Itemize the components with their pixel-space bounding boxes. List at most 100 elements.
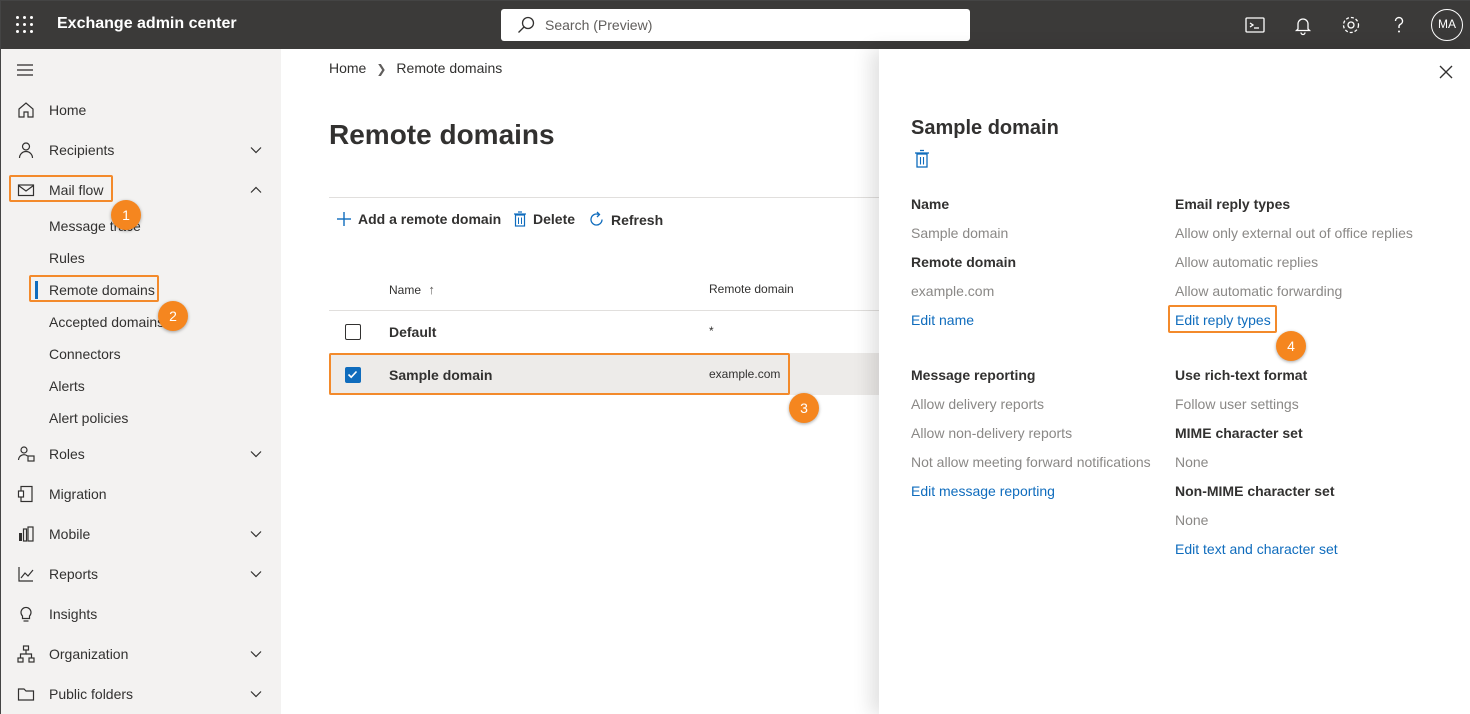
reply-value: Allow automatic forwarding xyxy=(1175,283,1343,299)
sidebar-subitem-message-trace[interactable]: Message trace xyxy=(1,210,281,242)
edit-message-reporting-link[interactable]: Edit message reporting xyxy=(911,483,1055,499)
sidebar-item-label: Connectors xyxy=(49,346,121,362)
trash-icon[interactable] xyxy=(913,149,931,169)
step-badge-2: 2 xyxy=(158,301,188,331)
sidebar-item-label: Home xyxy=(49,102,87,118)
chevron-down-icon[interactable] xyxy=(249,647,263,661)
cloud-shell-icon[interactable] xyxy=(1243,13,1267,37)
bell-icon[interactable] xyxy=(1291,13,1315,37)
waffle-icon[interactable] xyxy=(15,15,35,35)
reporting-value: Not allow meeting forward notifications xyxy=(911,454,1151,470)
search-box[interactable]: Search (Preview) xyxy=(501,9,970,41)
hamburger-icon[interactable] xyxy=(15,63,35,77)
rich-text-label: Use rich-text format xyxy=(1175,367,1308,383)
rich-text-value: Follow user settings xyxy=(1175,396,1299,412)
avatar[interactable]: MA xyxy=(1431,9,1463,41)
person-icon xyxy=(18,142,34,159)
breadcrumb-home[interactable]: Home xyxy=(329,60,366,76)
reply-value: Allow only external out of office replie… xyxy=(1175,225,1413,241)
message-reporting-label: Message reporting xyxy=(911,367,1036,383)
divider xyxy=(329,310,929,311)
add-remote-domain-label: Add a remote domain xyxy=(358,211,502,227)
plus-icon xyxy=(337,212,351,226)
reporting-value: Allow delivery reports xyxy=(911,396,1045,412)
page-title: Remote domains xyxy=(329,119,555,150)
remote-domain-label: Remote domain xyxy=(911,254,1017,270)
refresh-label: Refresh xyxy=(611,212,664,228)
edit-text-charset-link[interactable]: Edit text and character set xyxy=(1175,541,1338,557)
sidebar-item-recipients[interactable]: Recipients xyxy=(1,130,281,170)
reporting-value: Allow non-delivery reports xyxy=(911,425,1073,441)
search-icon xyxy=(518,16,535,33)
sidebar-item-label: Organization xyxy=(49,646,129,662)
sidebar-item-mobile[interactable]: Mobile xyxy=(1,514,281,554)
search-input[interactable]: Search (Preview) xyxy=(545,17,652,33)
sidebar-subitem-alert-policies[interactable]: Alert policies xyxy=(1,402,281,434)
column-header-label: Name xyxy=(389,283,422,297)
table-cell-domain: * xyxy=(709,324,714,338)
name-value: Sample domain xyxy=(911,225,1009,241)
column-header-name[interactable]: Name ↑ xyxy=(389,282,435,297)
help-icon[interactable] xyxy=(1387,13,1411,37)
roles-icon xyxy=(17,446,35,462)
lightbulb-icon xyxy=(20,606,32,622)
app-title[interactable]: Exchange admin center xyxy=(57,15,237,33)
add-remote-domain-button[interactable]: Add a remote domain xyxy=(336,211,501,227)
non-mime-label: Non-MIME character set xyxy=(1175,483,1335,499)
close-icon[interactable] xyxy=(1439,65,1453,79)
chevron-right-icon: ❯ xyxy=(376,62,387,76)
sidebar-subitem-alerts[interactable]: Alerts xyxy=(1,370,281,402)
chevron-down-icon[interactable] xyxy=(249,687,263,701)
chevron-down-icon[interactable] xyxy=(249,143,263,157)
chevron-down-icon[interactable] xyxy=(249,567,263,581)
sidebar-subitem-connectors[interactable]: Connectors xyxy=(1,338,281,370)
delete-label: Delete xyxy=(533,211,576,227)
organization-icon xyxy=(17,645,35,663)
highlight-remote-domains xyxy=(29,275,159,302)
refresh-button[interactable]: Refresh xyxy=(588,211,663,228)
column-header-remote-domain[interactable]: Remote domain xyxy=(709,282,794,296)
sidebar-subitem-rules[interactable]: Rules xyxy=(1,242,281,274)
table-cell-name[interactable]: Default xyxy=(389,324,436,340)
sidebar-item-label: Alert policies xyxy=(49,410,129,426)
reports-icon xyxy=(18,567,34,582)
edit-name-link[interactable]: Edit name xyxy=(911,312,974,328)
details-flyout: Sample domain Name Sample domain Remote … xyxy=(879,49,1470,714)
sort-ascending-icon: ↑ xyxy=(428,282,435,297)
step-badge-3: 3 xyxy=(789,393,819,423)
chevron-down-icon[interactable] xyxy=(249,447,263,461)
sidebar-item-insights[interactable]: Insights xyxy=(1,594,281,634)
sidebar-item-migration[interactable]: Migration xyxy=(1,474,281,514)
gear-icon[interactable] xyxy=(1339,13,1363,37)
chevron-up-icon[interactable] xyxy=(249,183,263,197)
divider xyxy=(329,197,929,198)
sidebar-item-label: Recipients xyxy=(49,142,115,158)
delete-button[interactable]: Delete xyxy=(513,211,575,227)
sidebar-item-reports[interactable]: Reports xyxy=(1,554,281,594)
sidebar-item-home[interactable]: Home xyxy=(1,90,281,130)
non-mime-value: None xyxy=(1175,512,1209,528)
sidebar-item-organization[interactable]: Organization xyxy=(1,634,281,674)
name-label: Name xyxy=(911,196,950,212)
sidebar-subitem-accepted-domains[interactable]: Accepted domains xyxy=(1,306,281,338)
sidebar-item-label: Reports xyxy=(49,566,99,582)
highlight-selected-row xyxy=(329,353,790,395)
mobile-icon xyxy=(19,526,34,542)
top-bar: Exchange admin center Search (Preview) M… xyxy=(1,1,1470,49)
reply-value: Allow automatic replies xyxy=(1175,254,1319,270)
migration-icon xyxy=(17,485,33,503)
sidebar-item-label: Public folders xyxy=(49,686,134,702)
sidebar-item-roles[interactable]: Roles xyxy=(1,434,281,474)
flyout-title: Sample domain xyxy=(911,117,1059,139)
mime-value: None xyxy=(1175,454,1209,470)
home-icon xyxy=(18,102,34,118)
remote-domain-value: example.com xyxy=(911,283,995,299)
row-checkbox[interactable] xyxy=(345,324,361,340)
sidebar-item-label: Alerts xyxy=(49,378,85,394)
mime-label: MIME character set xyxy=(1175,425,1303,441)
sidebar-item-public-folders[interactable]: Public folders xyxy=(1,674,281,714)
step-badge-1: 1 xyxy=(111,200,141,230)
sidebar-item-label: Roles xyxy=(49,446,85,462)
chevron-down-icon[interactable] xyxy=(249,527,263,541)
highlight-edit-reply-types xyxy=(1168,305,1277,333)
